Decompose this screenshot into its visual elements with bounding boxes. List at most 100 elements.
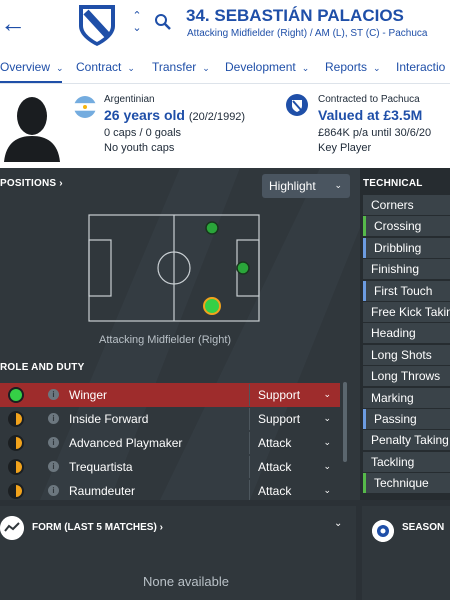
- attribute-row[interactable]: Heading: [363, 323, 450, 344]
- duty-dropdown[interactable]: Support ⌄: [249, 408, 339, 430]
- attribute-row[interactable]: Corners: [363, 195, 450, 215]
- technical-panel: TECHNICAL Corners Crossing Dribbling Finish…: [360, 168, 450, 500]
- attribute-row[interactable]: Crossing: [363, 216, 450, 237]
- attribute-row[interactable]: Marking: [363, 387, 450, 408]
- back-arrow-icon[interactable]: ←: [0, 10, 26, 36]
- player-age: 26 years old (20/2/1992): [104, 107, 246, 123]
- player-name: 34. SEBASTIÁN PALACIOS: [186, 6, 404, 25]
- attribute-row[interactable]: Penalty Taking: [363, 430, 450, 451]
- attribute-label: Penalty Taking: [371, 433, 449, 448]
- positions-title[interactable]: POSITIONS ›: [0, 178, 63, 189]
- chevron-down-icon: ⌄: [373, 63, 381, 73]
- role-name: Raumdeuter: [69, 484, 136, 498]
- form-title[interactable]: FORM (LAST 5 MATCHES) ›: [32, 522, 163, 533]
- tab-overview[interactable]: Overview ⌄: [0, 60, 64, 74]
- duty-dropdown[interactable]: Attack ⌄: [249, 480, 339, 500]
- attribute-label: Heading: [371, 326, 416, 341]
- role-list-scrollbar[interactable]: [343, 382, 347, 462]
- tab-transfer[interactable]: Transfer ⌄: [152, 60, 210, 74]
- chevron-down-icon[interactable]: ⌄: [334, 518, 342, 529]
- attribute-label: Long Shots: [371, 347, 432, 362]
- tab-contract[interactable]: Contract ⌄: [76, 60, 135, 74]
- duty-dropdown[interactable]: Attack ⌄: [249, 432, 339, 454]
- duty-label: Attack: [258, 436, 292, 450]
- attribute-label: Corners: [371, 198, 414, 212]
- tab-bar: Overview ⌄ Contract ⌄ Transfer ⌄ Developmen…: [0, 52, 450, 84]
- search-icon[interactable]: [154, 13, 172, 31]
- attribute-label: Long Throws: [371, 369, 441, 384]
- player-positions: Attacking Midfielder (Right) / AM (L), S…: [187, 28, 428, 39]
- role-row[interactable]: i Trequartista Attack ⌄: [0, 455, 340, 479]
- attribute-label: Marking: [371, 390, 414, 405]
- chevron-down-icon: ⌄: [323, 413, 331, 423]
- argentina-flag-icon: [74, 96, 96, 118]
- info-icon[interactable]: i: [48, 389, 59, 400]
- info-icon[interactable]: i: [48, 413, 59, 424]
- football-icon: [372, 520, 394, 542]
- contract-club-crest-icon: [286, 94, 308, 116]
- season-title: SEASON: [402, 522, 445, 533]
- role-name: Trequartista: [69, 460, 133, 474]
- tab-interaction[interactable]: Interactio: [396, 60, 445, 74]
- info-icon[interactable]: i: [48, 461, 59, 472]
- role-row[interactable]: i Raumdeuter Attack ⌄: [0, 479, 340, 500]
- form-chart-icon: [0, 516, 24, 540]
- attribute-row[interactable]: Tackling: [363, 451, 450, 472]
- chevron-down-icon: ⌄: [323, 485, 331, 495]
- info-icon[interactable]: i: [48, 437, 59, 448]
- nationality: Argentinian: [104, 94, 155, 105]
- chevron-down-icon: ⌄: [323, 437, 331, 447]
- player-silhouette-icon: [4, 97, 60, 162]
- squad-status: Key Player: [318, 142, 372, 154]
- role-row[interactable]: i Inside Forward Support ⌄: [0, 407, 340, 431]
- player-wage: £864K p/a until 30/6/20: [318, 127, 432, 139]
- info-icon[interactable]: i: [48, 485, 59, 496]
- role-suitability-icon: [8, 483, 24, 499]
- attribute-row[interactable]: Finishing: [363, 259, 450, 280]
- chevron-down-icon: ⌄: [127, 63, 135, 73]
- duty-label: Support: [258, 412, 301, 426]
- attribute-row[interactable]: Long Shots: [363, 344, 450, 365]
- attribute-label: Tackling: [371, 454, 415, 469]
- season-panel: SEASON: [362, 506, 450, 600]
- duty-dropdown[interactable]: Attack ⌄: [249, 456, 339, 478]
- youth-caps: No youth caps: [104, 142, 175, 154]
- chevron-down-icon: ⌄: [323, 461, 331, 471]
- role-row[interactable]: i Winger Support ⌄: [0, 383, 340, 407]
- attribute-row[interactable]: Technique: [363, 473, 450, 494]
- highlight-dropdown[interactable]: Highlight ⌄: [262, 174, 350, 198]
- position-dot-amr: [203, 297, 221, 315]
- role-name: Winger: [69, 388, 108, 402]
- attribute-label: First Touch: [374, 283, 433, 298]
- chevron-down-icon: ⌄: [202, 63, 210, 73]
- form-panel: FORM (LAST 5 MATCHES) › ⌄ None available: [0, 506, 356, 600]
- duty-label: Attack: [258, 484, 292, 498]
- club-crest-icon: [79, 5, 115, 46]
- chevron-down-icon: ⌄: [323, 389, 331, 399]
- position-pitch: [88, 214, 260, 322]
- technical-title: TECHNICAL: [363, 178, 423, 189]
- attribute-label: Finishing: [371, 262, 420, 277]
- tab-development[interactable]: Development ⌄: [225, 60, 309, 74]
- role-suitability-icon: [8, 459, 24, 475]
- tab-reports[interactable]: Reports ⌄: [325, 60, 381, 74]
- position-dot-mr: [205, 221, 219, 235]
- role-row[interactable]: i Advanced Playmaker Attack ⌄: [0, 431, 340, 455]
- role-suitability-icon: [8, 387, 24, 403]
- attribute-row[interactable]: Free Kick Taking: [363, 302, 450, 322]
- chevron-down-icon: ⌄: [56, 63, 64, 73]
- attribute-row[interactable]: Passing: [363, 409, 450, 429]
- attribute-row[interactable]: First Touch: [363, 280, 450, 301]
- contracted-to: Contracted to Pachuca: [318, 94, 420, 105]
- player-info: Argentinian 26 years old (20/2/1992) 0 c…: [0, 84, 450, 168]
- selected-position-label: Attacking Midfielder (Right): [99, 334, 232, 346]
- role-name: Inside Forward: [69, 412, 149, 426]
- up-down-arrows-icon[interactable]: ⌃ ⌄: [131, 10, 143, 34]
- duty-dropdown[interactable]: Support ⌄: [249, 384, 339, 406]
- international-caps: 0 caps / 0 goals: [104, 127, 182, 139]
- chevron-down-icon: ⌄: [334, 180, 342, 190]
- attribute-row[interactable]: Long Throws: [363, 366, 450, 387]
- attribute-row[interactable]: Dribbling: [363, 237, 450, 258]
- player-value: Valued at £3.5M: [318, 107, 423, 123]
- duty-label: Support: [258, 388, 301, 402]
